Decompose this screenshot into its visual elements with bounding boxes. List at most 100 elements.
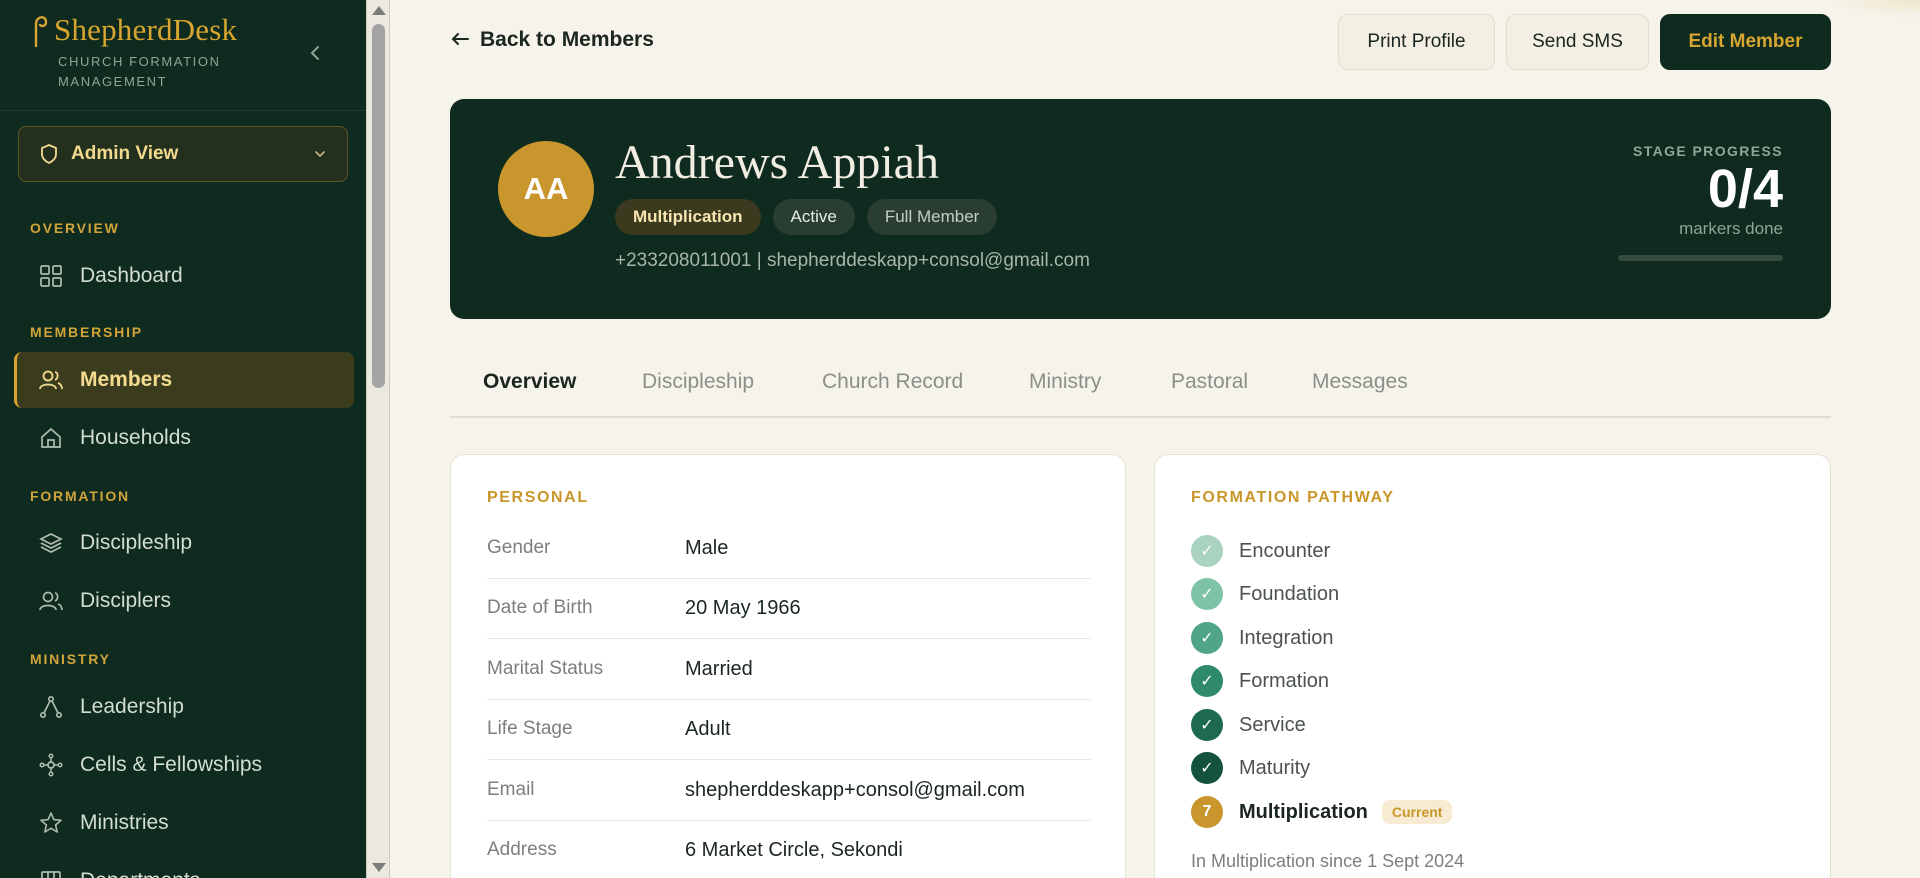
sidebar-item-label: Cells & Fellowships <box>80 753 263 776</box>
print-profile-button[interactable]: Print Profile <box>1338 14 1495 70</box>
sidebar-item-label: Departments <box>80 869 200 878</box>
sidebar-item-ministries[interactable]: Ministries <box>14 795 354 851</box>
sidebar-item-label: Disciplers <box>80 589 172 612</box>
sidebar-item-leadership[interactable]: Leadership <box>14 679 354 735</box>
tab-overview[interactable]: Overview <box>483 370 576 394</box>
chevron-down-icon <box>315 151 325 158</box>
field-gender: Gender Male <box>487 519 1091 579</box>
field-value: Adult <box>685 718 731 740</box>
field-life-stage: Life Stage Adult <box>487 700 1091 760</box>
sidebar-item-label: Households <box>80 426 191 449</box>
nav-section-formation: FORMATION <box>30 488 130 504</box>
building-icon <box>38 868 64 878</box>
sidebar-item-label: Ministries <box>80 811 169 834</box>
field-date-of-birth: Date of Birth 20 May 1966 <box>487 579 1091 639</box>
corner-highlight <box>1830 0 1920 18</box>
step-label: Encounter <box>1239 539 1331 562</box>
scrollbar-thumb[interactable] <box>372 24 385 388</box>
sidebar-item-departments[interactable]: Departments <box>14 853 354 878</box>
app-name: ShepherdDesk <box>54 12 238 47</box>
stage-progress: STAGE PROGRESS 0/4 markers done <box>1618 143 1783 261</box>
shield-icon <box>41 144 57 165</box>
sidebar-item-dashboard[interactable]: Dashboard <box>14 248 354 304</box>
view-selector[interactable]: Admin View <box>18 126 348 182</box>
status-badge: Active <box>772 199 855 235</box>
sidebar-scrollbar[interactable] <box>366 0 390 878</box>
sidebar-item-label: Dashboard <box>80 264 183 287</box>
sidebar-item-members[interactable]: Members <box>14 352 354 408</box>
membership-type-badge: Full Member <box>866 199 998 235</box>
step-label: Multiplication <box>1239 800 1368 823</box>
back-to-members-link[interactable]: Back to Members <box>450 28 654 52</box>
field-label: Gender <box>487 537 551 558</box>
sidebar-item-cells-fellowships[interactable]: Cells & Fellowships <box>14 737 354 793</box>
sidebar-item-label: Members <box>80 368 173 391</box>
send-sms-button[interactable]: Send SMS <box>1506 14 1649 70</box>
home-icon <box>38 425 64 451</box>
stage-progress-label: STAGE PROGRESS <box>1632 143 1783 159</box>
pathway-step-encounter: ✓ Encounter <box>1191 534 1330 568</box>
tab-pastoral[interactable]: Pastoral <box>1171 370 1248 394</box>
field-label: Email <box>487 779 535 800</box>
users-icon <box>38 367 64 393</box>
tab-discipleship[interactable]: Discipleship <box>642 370 754 394</box>
tab-ministry[interactable]: Ministry <box>1029 370 1101 394</box>
field-address: Address 6 Market Circle, Sekondi <box>487 821 1091 878</box>
field-marital-status: Marital Status Married <box>487 640 1091 700</box>
check-icon: ✓ <box>1191 665 1223 697</box>
nav-section-membership: MEMBERSHIP <box>30 324 143 340</box>
formation-pathway-card: FORMATION PATHWAY ✓ Encounter ✓ Foundati… <box>1154 454 1831 878</box>
field-value: Male <box>685 537 729 559</box>
nodes-icon <box>38 752 64 778</box>
sidebar-item-label: Discipleship <box>80 531 193 554</box>
layers-icon <box>38 530 64 556</box>
arrow-left-icon <box>450 28 470 52</box>
tab-messages[interactable]: Messages <box>1312 370 1408 394</box>
step-label: Formation <box>1239 669 1330 692</box>
field-label: Address <box>487 839 557 860</box>
step-number-badge: 7 <box>1191 796 1223 828</box>
pathway-step-foundation: ✓ Foundation <box>1191 577 1339 611</box>
scroll-down-arrow-icon[interactable] <box>372 863 386 872</box>
edit-member-button[interactable]: Edit Member <box>1660 14 1831 70</box>
pathway-step-service: ✓ Service <box>1191 708 1306 742</box>
pathway-card-title: FORMATION PATHWAY <box>1191 489 1395 506</box>
profile-tabs: Overview Discipleship Church Record Mini… <box>450 356 1831 418</box>
sidebar-item-disciplers[interactable]: Disciplers <box>14 573 354 629</box>
pathway-step-integration: ✓ Integration <box>1191 621 1334 655</box>
check-icon: ✓ <box>1191 578 1223 610</box>
view-selector-label: Admin View <box>71 143 179 164</box>
member-name: Andrews Appiah <box>615 136 939 189</box>
stage-badge: Multiplication <box>615 199 761 235</box>
step-label: Service <box>1239 713 1306 736</box>
field-value: 6 Market Circle, Sekondi <box>685 839 903 861</box>
shepherd-staff-icon <box>30 12 48 48</box>
scroll-up-arrow-icon[interactable] <box>372 6 386 15</box>
collapse-sidebar-button[interactable] <box>304 42 326 64</box>
stage-progress-value: 0/4 <box>1707 159 1783 219</box>
check-icon: ✓ <box>1191 752 1223 784</box>
sidebar-divider <box>0 110 366 111</box>
sidebar-item-label: Leadership <box>80 695 184 718</box>
sidebar-item-discipleship[interactable]: Discipleship <box>14 515 354 571</box>
field-value: shepherddeskapp+consol@gmail.com <box>685 779 1025 801</box>
star-icon <box>38 810 64 836</box>
field-label: Date of Birth <box>487 597 593 618</box>
check-icon: ✓ <box>1191 535 1223 567</box>
sidebar: ShepherdDesk CHURCH FORMATION MANAGEMENT… <box>0 0 366 878</box>
pathway-step-maturity: ✓ Maturity <box>1191 751 1310 785</box>
pathway-step-formation: ✓ Formation <box>1191 664 1329 698</box>
back-link-label: Back to Members <box>480 28 654 51</box>
tab-church-record[interactable]: Church Record <box>822 370 963 394</box>
field-value: Married <box>685 658 753 680</box>
member-hero-card: AA Andrews Appiah Multiplication Active … <box>450 99 1831 319</box>
field-value: 20 May 1966 <box>685 597 801 619</box>
pathway-since-text: In Multiplication since 1 Sept 2024 <box>1191 851 1465 871</box>
check-icon: ✓ <box>1191 622 1223 654</box>
sidebar-item-households[interactable]: Households <box>14 410 354 466</box>
personal-card: PERSONAL Gender Male Date of Birth 20 Ma… <box>450 454 1126 878</box>
network-icon <box>38 694 64 720</box>
member-contact: +233208011001 | shepherddeskapp+consol@g… <box>615 250 1090 271</box>
field-label: Marital Status <box>487 658 604 679</box>
brand: ShepherdDesk CHURCH FORMATION MANAGEMENT <box>30 12 258 92</box>
